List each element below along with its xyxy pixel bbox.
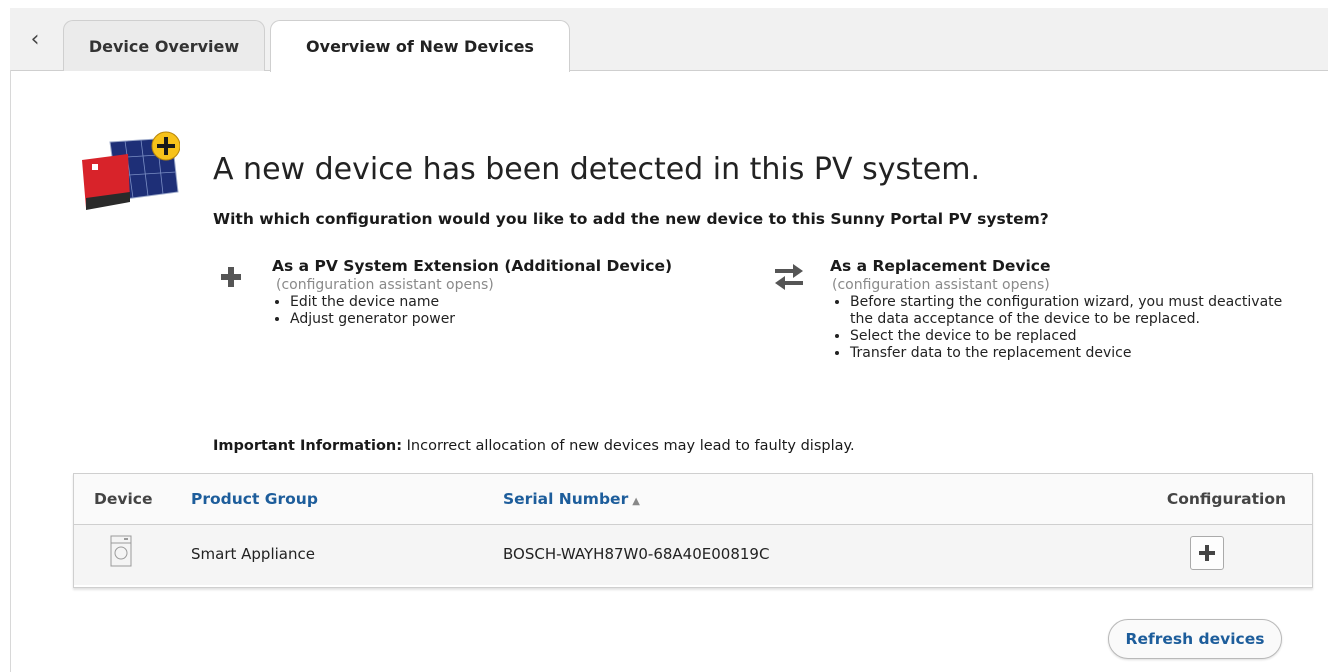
- option-extension-title: As a PV System Extension (Additional Dev…: [272, 257, 673, 275]
- column-device: Device: [94, 490, 153, 508]
- new-devices-table: Device Product Group Serial Number ▲ Conf…: [73, 473, 1313, 588]
- important-information: Important Information: Incorrect allocat…: [213, 438, 855, 454]
- refresh-devices-button[interactable]: Refresh devices: [1108, 619, 1282, 659]
- column-serial-number-label: Serial Number: [503, 490, 629, 508]
- sort-ascending-icon: ▲: [632, 496, 640, 507]
- column-product-group[interactable]: Product Group: [191, 490, 318, 508]
- table-header: Device Product Group Serial Number ▲ Conf…: [74, 474, 1312, 525]
- column-configuration: Configuration: [1166, 490, 1286, 508]
- swap-arrows-icon: [775, 264, 803, 290]
- appliance-icon: [110, 535, 132, 567]
- configuration-question: With which configuration would you like …: [213, 210, 1049, 228]
- option-extension-list: Edit the device name Adjust generator po…: [274, 294, 710, 328]
- plus-icon: [221, 267, 241, 287]
- tab-device-overview[interactable]: Device Overview: [63, 20, 265, 71]
- chevron-left-icon[interactable]: ‹: [10, 8, 60, 70]
- option-extension-subtitle: (configuration assistant opens): [276, 277, 494, 293]
- option-replacement-subtitle: (configuration assistant opens): [832, 277, 1050, 293]
- plus-icon: [1199, 545, 1215, 561]
- list-item: Adjust generator power: [290, 311, 710, 328]
- important-text: Incorrect allocation of new devices may …: [402, 438, 855, 454]
- serial-number-cell: BOSCH-WAYH87W0-68A40E00819C: [503, 545, 770, 563]
- list-item: Before starting the configuration wizard…: [850, 294, 1302, 328]
- list-item: Edit the device name: [290, 294, 710, 311]
- tab-overview-of-new-devices[interactable]: Overview of New Devices: [270, 20, 570, 72]
- list-item: Transfer data to the replacement device: [850, 345, 1302, 362]
- important-label: Important Information:: [213, 438, 403, 454]
- page-title: A new device has been detected in this P…: [213, 152, 981, 187]
- add-device-button[interactable]: [1190, 536, 1224, 570]
- column-serial-number[interactable]: Serial Number ▲: [503, 490, 640, 508]
- option-replacement-list: Before starting the configuration wizard…: [834, 294, 1302, 362]
- table-row: Smart Appliance BOSCH-WAYH87W0-68A40E008…: [74, 525, 1312, 585]
- inverter-solar-add-icon: [82, 131, 180, 210]
- list-item: Select the device to be replaced: [850, 328, 1302, 345]
- product-group-cell: Smart Appliance: [191, 545, 315, 563]
- option-replacement-title: As a Replacement Device: [830, 257, 1051, 275]
- tab-bar: ‹ Device Overview Overview of New Device…: [10, 8, 1328, 72]
- content-border: [10, 70, 11, 672]
